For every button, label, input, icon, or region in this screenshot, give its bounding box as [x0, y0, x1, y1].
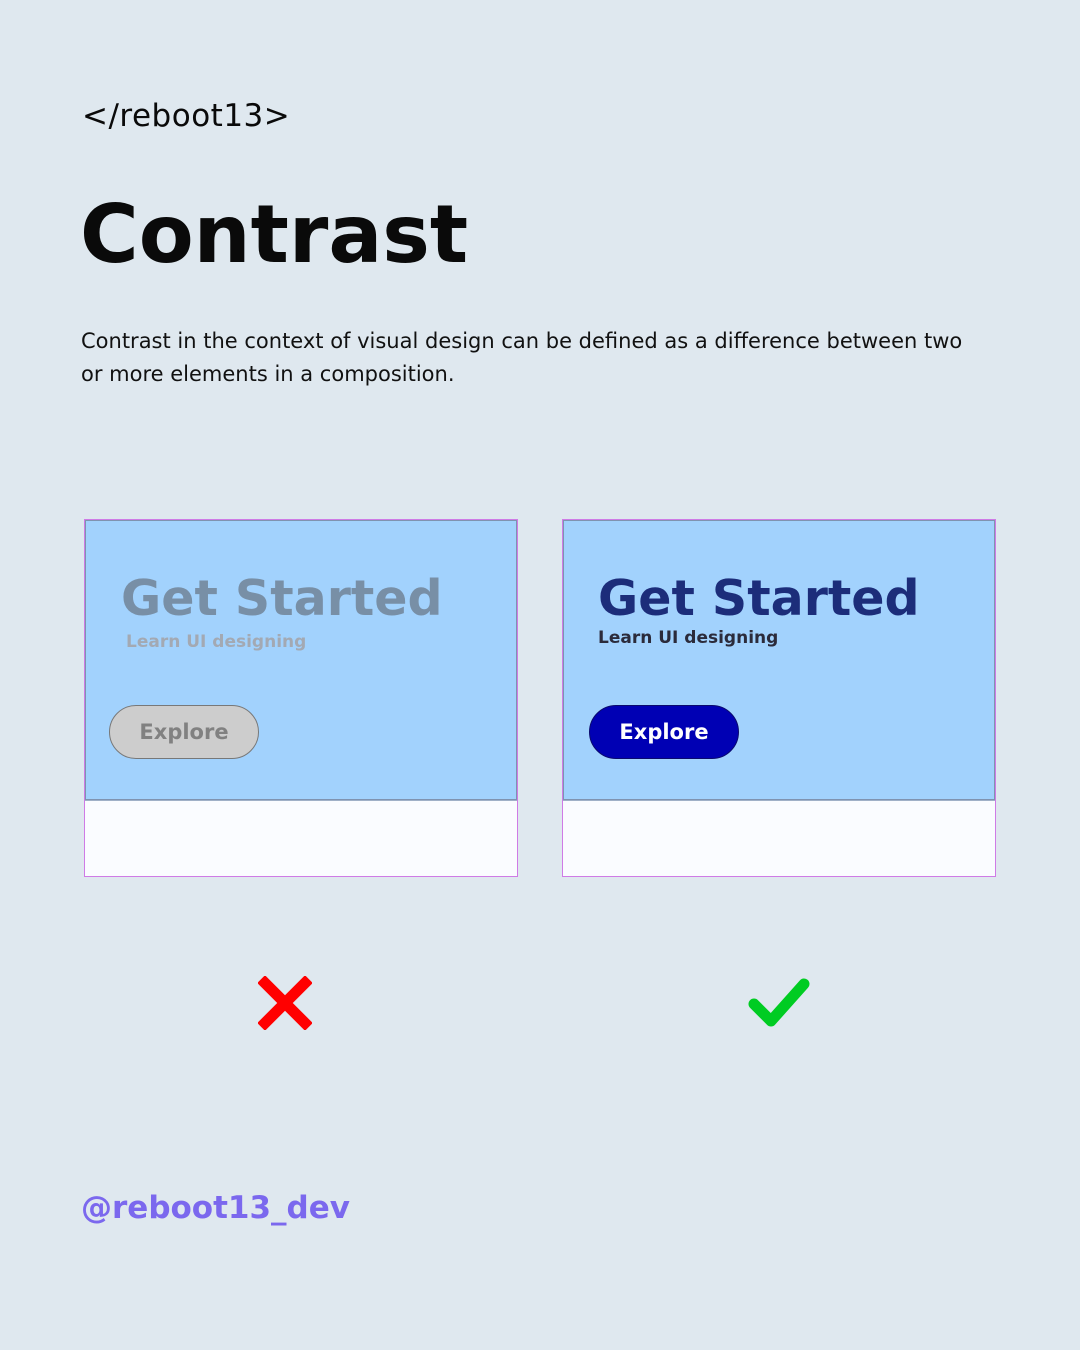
card-subtitle: Learn UI designing — [126, 632, 307, 652]
low-contrast-example-card: Get Started Learn UI designing Explore — [84, 519, 518, 877]
card-hero: Get Started Learn UI designing Explore — [85, 520, 517, 801]
description: Contrast in the context of visual design… — [81, 329, 963, 386]
page-title: Contrast — [80, 188, 469, 281]
card-headline: Get Started — [121, 570, 443, 627]
explore-button[interactable]: Explore — [589, 705, 739, 759]
card-headline: Get Started — [598, 570, 920, 627]
social-handle: @reboot13_dev — [81, 1190, 350, 1226]
explore-button[interactable]: Explore — [109, 705, 259, 759]
brand-logo-text: </reboot13> — [82, 98, 291, 134]
cross-icon — [257, 975, 313, 1034]
card-hero: Get Started Learn UI designing Explore — [563, 520, 995, 801]
check-icon — [746, 976, 812, 1036]
card-subtitle: Learn UI designing — [598, 628, 779, 648]
high-contrast-example-card: Get Started Learn UI designing Explore — [562, 519, 996, 877]
